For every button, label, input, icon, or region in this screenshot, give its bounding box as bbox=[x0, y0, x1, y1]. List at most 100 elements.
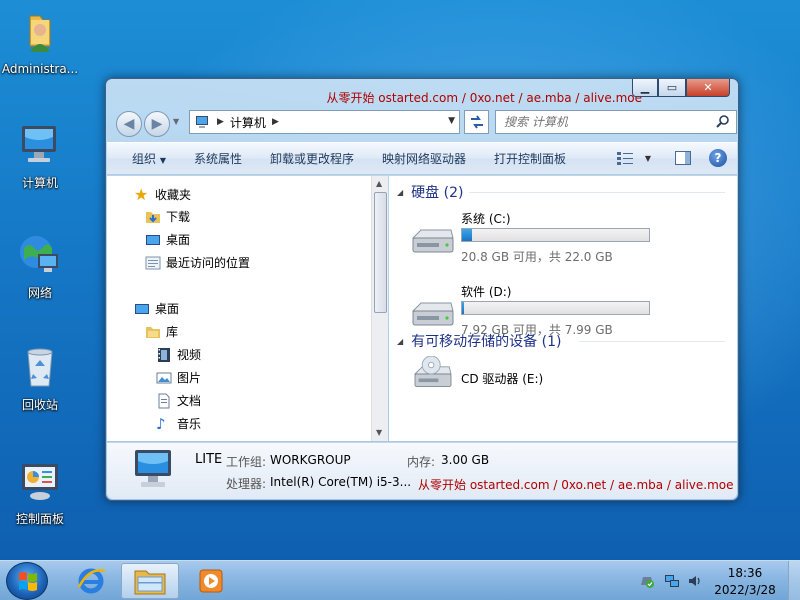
drive-usage-fill bbox=[462, 302, 464, 314]
cd-drive-icon bbox=[413, 356, 452, 388]
clock-date: 2022/3/28 bbox=[714, 583, 776, 597]
action-center-icon[interactable] bbox=[639, 573, 655, 592]
music-note-icon: ♪ bbox=[156, 414, 166, 433]
drive-usage-bar bbox=[461, 301, 650, 315]
drive-size-text: 20.8 GB 可用，共 22.0 GB bbox=[461, 250, 613, 264]
close-button[interactable]: ✕ bbox=[686, 79, 730, 97]
window-caption-buttons: ▁ ▭ ✕ bbox=[632, 79, 730, 99]
uninstall-program-button[interactable]: 卸载或更改程序 bbox=[270, 150, 354, 167]
desktop-icon bbox=[135, 303, 149, 314]
recent-pages-dropdown[interactable]: ▼ bbox=[173, 117, 179, 126]
refresh-icon bbox=[470, 115, 483, 129]
tree-item-videos[interactable]: 视频 bbox=[156, 346, 201, 363]
preview-pane-button[interactable] bbox=[675, 151, 691, 165]
scrollbar-thumb[interactable] bbox=[374, 192, 387, 313]
details-watermark: 从零开始 ostarted.com / 0xo.net / ae.mba / a… bbox=[418, 478, 734, 492]
desktop-icon-administrator[interactable]: Administra... bbox=[0, 8, 80, 76]
taskbar-media-player[interactable] bbox=[182, 563, 240, 599]
breadcrumb-separator-icon[interactable]: ▶ bbox=[272, 117, 279, 127]
open-control-panel-button[interactable]: 打开控制面板 bbox=[494, 150, 566, 167]
breadcrumb-computer[interactable]: 计算机 bbox=[230, 114, 266, 131]
address-bar[interactable]: ▶ 计算机 ▶ ▼ bbox=[189, 110, 460, 134]
tree-item-pictures[interactable]: 图片 bbox=[156, 369, 201, 386]
tree-item-desktop-favorite[interactable]: 桌面 bbox=[145, 231, 190, 248]
scroll-up-icon[interactable]: ▲ bbox=[376, 179, 382, 188]
explorer-window: 从零开始 ostarted.com / 0xo.net / ae.mba / a… bbox=[105, 78, 739, 501]
network-icon bbox=[16, 232, 64, 280]
recycle-bin-icon bbox=[16, 344, 64, 392]
taskbar-internet-explorer[interactable] bbox=[62, 563, 120, 599]
tree-item-downloads[interactable]: 下载 bbox=[145, 208, 190, 225]
search-input[interactable] bbox=[504, 115, 704, 129]
desktop-icon-label: 网络 bbox=[27, 286, 52, 300]
navigation-bar: ◀ ▶ ▼ ▶ 计算机 ▶ ▼ bbox=[114, 109, 737, 137]
navigation-pane: ★ 收藏夹 下载 桌面 最近访问的位置 桌面 库 视频 图片 文档 ♪ 音乐 bbox=[107, 176, 371, 441]
system-tray: 18:36 2022/3/28 bbox=[630, 561, 800, 600]
internet-explorer-icon bbox=[77, 568, 106, 594]
tree-item-documents[interactable]: 文档 bbox=[156, 392, 201, 409]
desktop-icon-recycle-bin[interactable]: 回收站 bbox=[0, 344, 80, 412]
volume-icon[interactable] bbox=[687, 573, 703, 592]
view-options-button[interactable]: ▼ bbox=[616, 151, 651, 165]
desktop-icon-computer[interactable]: 计算机 bbox=[0, 122, 80, 190]
tree-item-label: 桌面 bbox=[155, 302, 180, 316]
tree-item-label: 文档 bbox=[177, 394, 202, 408]
computer-icon bbox=[135, 450, 171, 487]
windows-logo-icon bbox=[19, 572, 37, 591]
scroll-down-icon[interactable]: ▼ bbox=[376, 428, 382, 437]
start-button[interactable] bbox=[6, 562, 48, 600]
computer-name: LITE bbox=[195, 452, 223, 467]
group-title: 硬盘 (2) bbox=[411, 185, 464, 201]
desktop-icon-label: 控制面板 bbox=[15, 512, 64, 526]
refresh-button[interactable] bbox=[464, 110, 489, 134]
workgroup-value: WORKGROUP bbox=[270, 453, 351, 467]
tree-item-libraries[interactable]: 库 bbox=[145, 323, 178, 340]
taskbar-windows-explorer[interactable] bbox=[121, 563, 179, 599]
control-panel-icon bbox=[16, 458, 64, 506]
search-icon[interactable] bbox=[716, 115, 730, 129]
search-box[interactable] bbox=[495, 110, 737, 134]
group-title: 有可移动存储的设备 (1) bbox=[411, 334, 562, 350]
tree-item-desktop[interactable]: 桌面 bbox=[134, 300, 179, 317]
desktop-icon-network[interactable]: 网络 bbox=[0, 232, 80, 300]
recent-places-icon bbox=[145, 256, 161, 269]
system-properties-button[interactable]: 系统属性 bbox=[194, 150, 242, 167]
video-icon bbox=[158, 347, 170, 362]
window-caption-watermark: 从零开始 ostarted.com / 0xo.net / ae.mba / a… bbox=[326, 91, 642, 105]
back-button[interactable]: ◀ bbox=[116, 111, 142, 137]
network-status-icon[interactable] bbox=[664, 573, 680, 592]
maximize-button[interactable]: ▭ bbox=[658, 79, 686, 97]
group-header-hard-disks[interactable]: ◢ 硬盘 (2) bbox=[397, 182, 463, 202]
group-header-removable[interactable]: ◢ 有可移动存储的设备 (1) bbox=[397, 331, 561, 351]
folder-icon bbox=[134, 570, 166, 595]
media-player-icon bbox=[199, 569, 223, 593]
taskbar: 18:36 2022/3/28 bbox=[0, 560, 800, 600]
tree-item-music[interactable]: ♪ 音乐 bbox=[156, 415, 201, 432]
desktop-icon-label: 回收站 bbox=[21, 398, 58, 412]
drive-usage-bar bbox=[461, 228, 650, 242]
collapse-triangle-icon: ◢ bbox=[397, 336, 404, 346]
tree-item-label: 下载 bbox=[166, 210, 191, 224]
hard-drive-icon bbox=[411, 229, 454, 253]
tree-item-favorites[interactable]: ★ 收藏夹 bbox=[134, 186, 191, 203]
drive-name: 系统 (C:) bbox=[461, 212, 511, 226]
forward-button[interactable]: ▶ bbox=[144, 111, 170, 137]
library-folder-icon bbox=[146, 326, 160, 338]
navigation-pane-scrollbar[interactable]: ▲ ▼ bbox=[371, 176, 388, 441]
drive-usage-fill bbox=[462, 229, 473, 241]
tree-item-label: 最近访问的位置 bbox=[166, 256, 251, 270]
minimize-button[interactable]: ▁ bbox=[632, 79, 658, 97]
help-button[interactable]: ? bbox=[709, 149, 727, 167]
breadcrumb-separator-icon[interactable]: ▶ bbox=[217, 117, 224, 127]
hard-drive-icon bbox=[411, 302, 454, 326]
show-desktop-button[interactable] bbox=[788, 561, 800, 600]
organize-menu[interactable]: 组织 ▼ bbox=[132, 150, 166, 167]
map-network-drive-button[interactable]: 映射网络驱动器 bbox=[382, 150, 466, 167]
tree-item-recent-places[interactable]: 最近访问的位置 bbox=[145, 254, 250, 271]
group-divider bbox=[579, 341, 725, 342]
clock[interactable]: 18:36 2022/3/28 bbox=[710, 565, 780, 599]
chevron-down-icon: ▼ bbox=[159, 156, 166, 165]
close-icon: ✕ bbox=[703, 81, 713, 94]
address-dropdown-icon[interactable]: ▼ bbox=[448, 116, 455, 126]
desktop-icon-control-panel[interactable]: 控制面板 bbox=[0, 458, 80, 526]
